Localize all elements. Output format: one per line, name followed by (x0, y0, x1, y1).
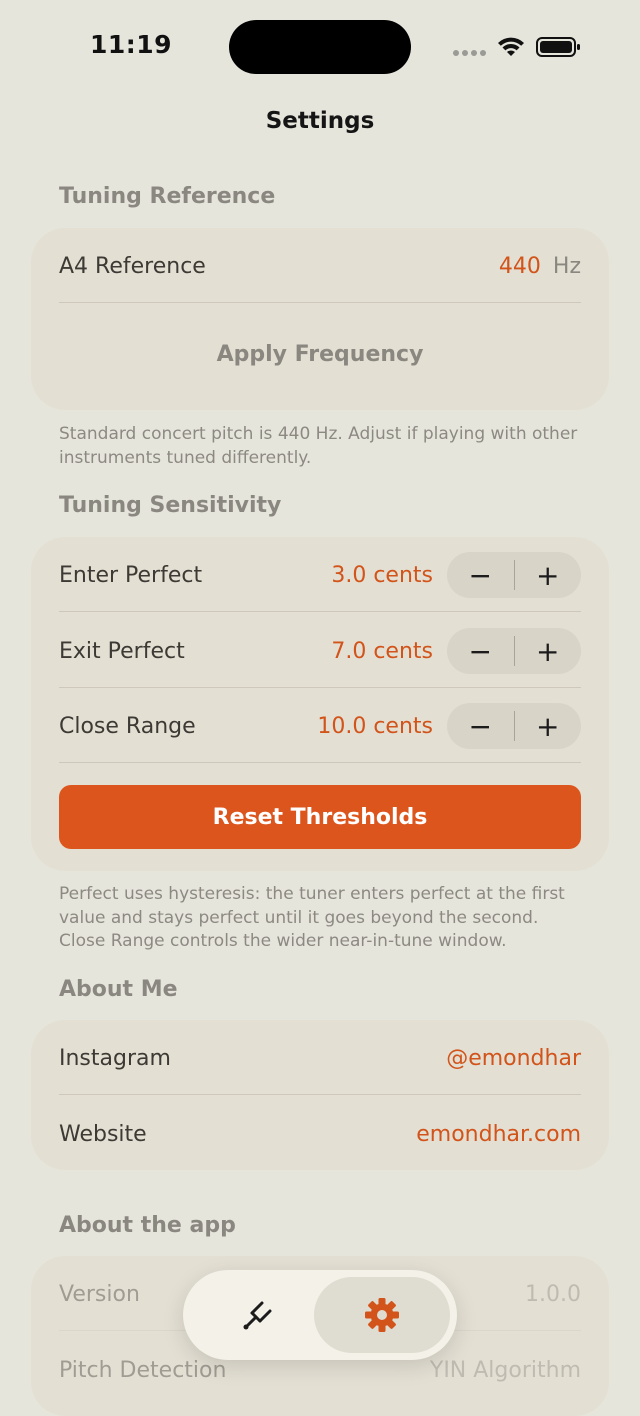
tuning-reference-card: A4 Reference 440 Hz Apply Frequency (31, 228, 609, 410)
tab-bar (183, 1270, 457, 1360)
status-bar: 11:19 (0, 0, 640, 95)
pitch-detection-value: YIN Algorithm (429, 1357, 581, 1383)
website-row[interactable]: Website emondhar.com (59, 1116, 581, 1152)
divider (59, 687, 581, 688)
close-range-row: Close Range 10.0 cents − + (59, 702, 581, 750)
website-link[interactable]: emondhar.com (416, 1122, 581, 1147)
status-time: 11:19 (90, 30, 173, 59)
version-value: 1.0.0 (525, 1281, 581, 1307)
a4-reference-unit: Hz (552, 253, 581, 279)
tuning-sensitivity-card: Enter Perfect 3.0 cents − + Exit Perfect… (31, 537, 609, 871)
section-header-tuning-sensitivity: Tuning Sensitivity (59, 493, 282, 518)
exit-perfect-value: 7.0 cents (331, 638, 433, 664)
divider (59, 1094, 581, 1095)
instagram-row[interactable]: Instagram @emondhar (59, 1040, 581, 1076)
tuning-reference-footnote: Standard concert pitch is 440 Hz. Adjust… (59, 424, 578, 468)
close-range-label: Close Range (59, 713, 196, 739)
tuning-fork-icon (243, 1301, 272, 1330)
website-label: Website (59, 1121, 147, 1147)
pitch-detection-label: Pitch Detection (59, 1357, 227, 1383)
increment-button[interactable]: + (515, 703, 582, 749)
reset-thresholds-button[interactable]: Reset Thresholds (59, 785, 581, 849)
enter-perfect-label: Enter Perfect (59, 562, 203, 588)
decrement-button[interactable]: − (447, 703, 514, 749)
decrement-button[interactable]: − (447, 628, 514, 674)
apply-frequency-button[interactable]: Apply Frequency (31, 342, 609, 367)
tuning-sensitivity-footnote: Perfect uses hysteresis: the tuner enter… (59, 884, 565, 951)
instagram-label: Instagram (59, 1045, 171, 1071)
wifi-icon (498, 37, 524, 56)
enter-perfect-stepper[interactable]: − + (447, 552, 581, 598)
exit-perfect-label: Exit Perfect (59, 638, 185, 664)
section-header-tuning-reference: Tuning Reference (59, 184, 276, 209)
page-title: Settings (265, 108, 375, 134)
cellular-signal-icon (453, 50, 486, 56)
a4-reference-row: A4 Reference 440 Hz (59, 248, 581, 284)
divider (59, 611, 581, 612)
a4-reference-value[interactable]: 440 (499, 254, 541, 279)
close-range-stepper[interactable]: − + (447, 703, 581, 749)
section-header-about-me: About Me (59, 977, 178, 1002)
instagram-link[interactable]: @emondhar (446, 1046, 581, 1071)
a4-reference-label: A4 Reference (59, 253, 206, 279)
close-range-value: 10.0 cents (317, 713, 433, 739)
decrement-button[interactable]: − (447, 552, 514, 598)
gear-icon (365, 1298, 399, 1332)
enter-perfect-value: 3.0 cents (331, 562, 433, 588)
increment-button[interactable]: + (515, 628, 582, 674)
about-me-card: Instagram @emondhar Website emondhar.com (31, 1020, 609, 1170)
tab-tuner[interactable] (197, 1277, 319, 1353)
exit-perfect-stepper[interactable]: − + (447, 628, 581, 674)
exit-perfect-row: Exit Perfect 7.0 cents − + (59, 627, 581, 675)
enter-perfect-row: Enter Perfect 3.0 cents − + (59, 551, 581, 599)
divider (59, 762, 581, 763)
section-header-about-app: About the app (59, 1213, 236, 1238)
tab-settings[interactable] (314, 1277, 450, 1353)
divider (59, 302, 581, 303)
battery-icon (536, 37, 580, 57)
increment-button[interactable]: + (515, 552, 582, 598)
dynamic-island (229, 20, 411, 74)
